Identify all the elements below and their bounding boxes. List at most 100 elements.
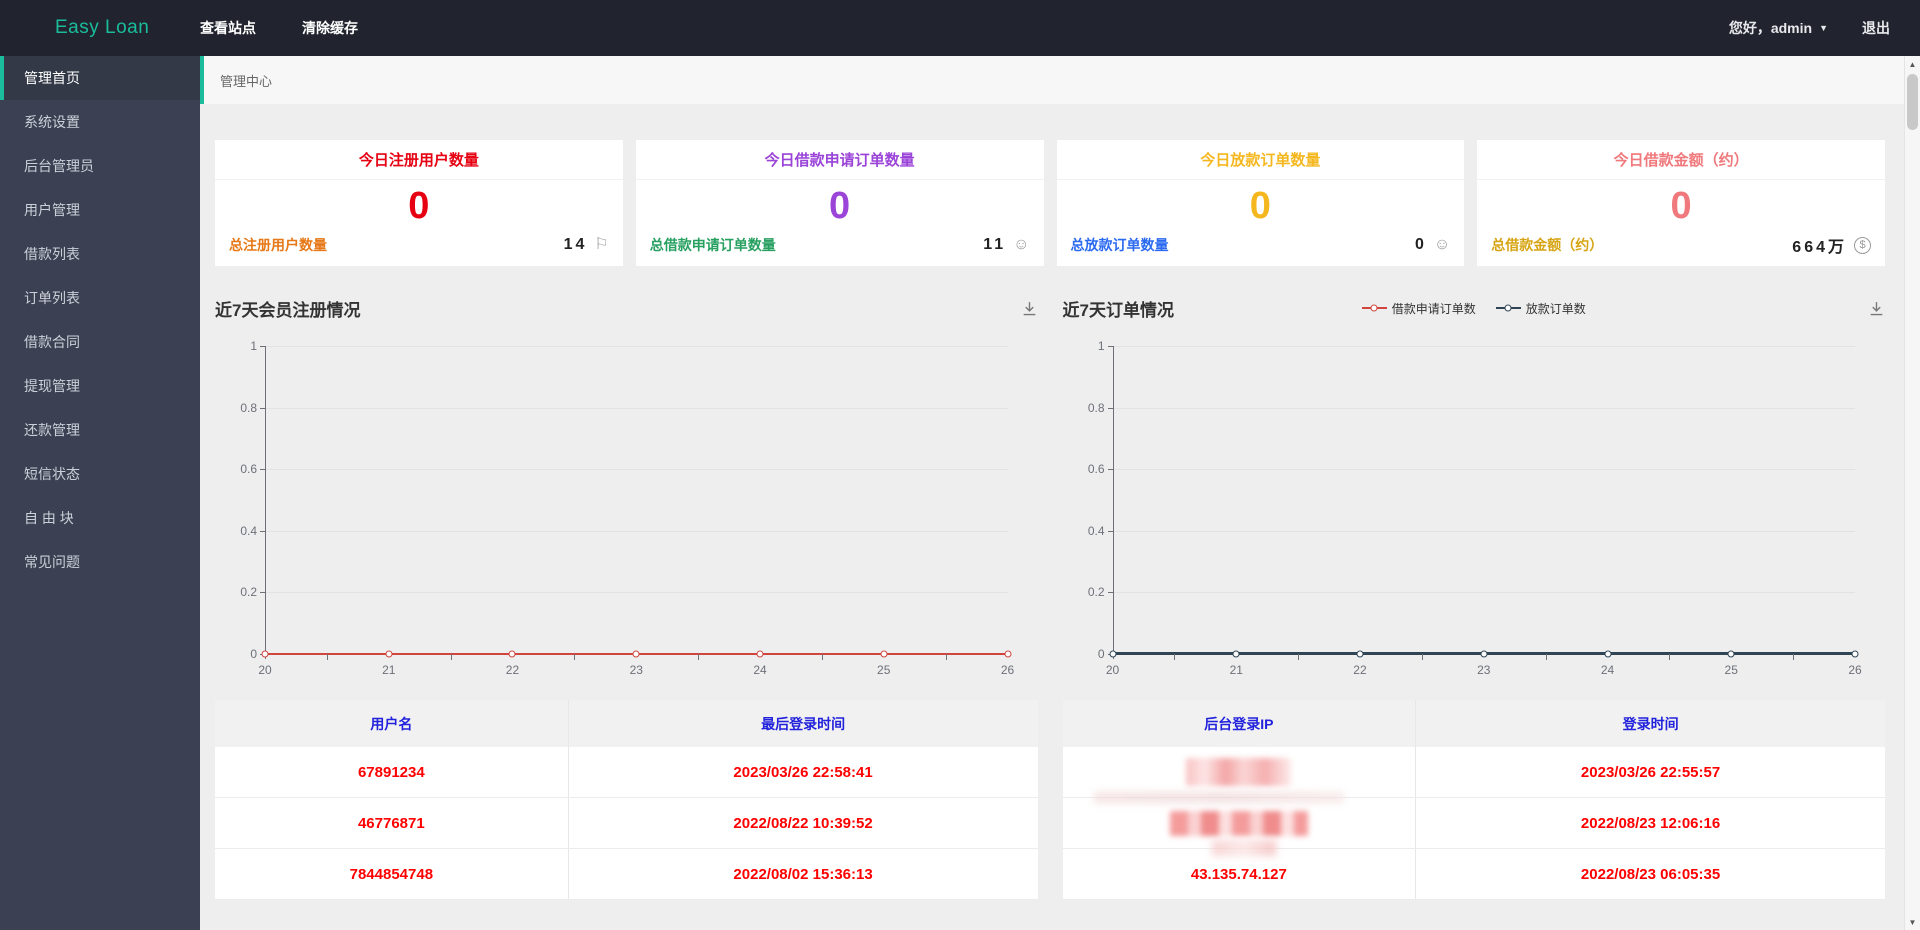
- scrollbar-thumb[interactable]: [1907, 74, 1918, 130]
- legend-line-marker-icon: [1361, 304, 1387, 312]
- users-table: 用户名 最后登录时间 67891234 2023/03/26 22:58:41 …: [215, 700, 1038, 900]
- sidebar-item-home[interactable]: 管理首页: [0, 56, 200, 100]
- y-tick: 0.2: [1087, 585, 1105, 600]
- y-tick: 0.6: [240, 462, 257, 477]
- x-tick: 26: [1848, 663, 1862, 677]
- total-label: 总借款申请订单数量: [649, 237, 776, 253]
- smiley-icon: ☺: [1433, 236, 1451, 253]
- admin-logins-table: 后台登录IP 登录时间 2023/03/26 22:55:57 2022/08/…: [1062, 700, 1885, 900]
- stat-card-title: 今日借款申请订单数量: [635, 140, 1044, 180]
- username-cell: 46776871: [215, 798, 569, 848]
- stat-card-title: 今日注册用户数量: [215, 140, 623, 180]
- y-tick: 0: [250, 647, 257, 661]
- sidebar-item-system-settings[interactable]: 系统设置: [0, 100, 200, 144]
- x-tick: 22: [1353, 663, 1367, 677]
- stat-card-footer: 总放款订单数量 0 ☺: [1057, 232, 1465, 266]
- y-axis: [265, 346, 266, 659]
- username-cell: 67891234: [215, 747, 569, 797]
- sidebar-item-sms-status[interactable]: 短信状态: [0, 452, 200, 496]
- x-tick: 20: [1105, 663, 1120, 677]
- table-header-row: 用户名 最后登录时间: [215, 700, 1038, 747]
- x-tick: 25: [1724, 663, 1738, 677]
- stat-card-loan-amount: 今日借款金额（约） 0 总借款金额（约） 664万 $: [1477, 140, 1885, 266]
- x-tick: 22: [505, 663, 520, 677]
- stat-card-registered-users: 今日注册用户数量 0 总注册用户数量 14 ⚐: [215, 140, 623, 266]
- col-header-username: 用户名: [215, 700, 569, 747]
- scroll-up-arrow-icon[interactable]: ▲: [1905, 56, 1920, 72]
- vertical-scrollbar[interactable]: ▲ ▼: [1904, 56, 1920, 930]
- ip-cell-redacted: [1063, 747, 1417, 803]
- x-tick: 21: [382, 663, 396, 677]
- topbar-right: 您好，admin ▼ 退出: [1729, 18, 1920, 38]
- sidebar-item-order-list[interactable]: 订单列表: [0, 276, 200, 320]
- login-time-cell: 2022/08/02 15:36:13: [733, 865, 873, 883]
- login-time-cell: 2022/08/22 10:39:52: [733, 814, 873, 832]
- legend-disbursed-orders[interactable]: 放款订单数: [1495, 300, 1586, 317]
- x-tick: 21: [1229, 663, 1243, 677]
- x-tick: 23: [629, 663, 643, 677]
- sidebar-item-admins[interactable]: 后台管理员: [0, 144, 200, 188]
- stat-card-title: 今日放款订单数量: [1056, 140, 1465, 180]
- x-tick: 24: [1600, 663, 1615, 677]
- stat-card-footer: 总借款金额（约） 664万 $: [1477, 232, 1885, 266]
- view-site-link[interactable]: 查看站点: [200, 18, 256, 38]
- brand-logo[interactable]: Easy Loan: [0, 17, 150, 39]
- x-tick: 20: [258, 663, 272, 677]
- x-tick: 26: [1000, 663, 1015, 677]
- total-label: 总注册用户数量: [229, 237, 327, 253]
- legend-loan-applications[interactable]: 借款申请订单数: [1361, 300, 1476, 317]
- sidebar-item-withdrawals[interactable]: 提现管理: [0, 364, 200, 408]
- table-row: 67891234 2023/03/26 22:58:41: [215, 747, 1038, 798]
- download-icon[interactable]: [1021, 300, 1038, 317]
- stat-card-disbursed-orders: 今日放款订单数量 0 总放款订单数量 0 ☺: [1056, 140, 1465, 266]
- x-tick: 25: [877, 663, 891, 677]
- redacted-smudge: [1211, 840, 1276, 856]
- table-row: 46776871 2022/08/22 10:39:52: [215, 798, 1038, 849]
- stat-card-footer: 总借款申请订单数量 11 ☺: [636, 232, 1044, 266]
- scroll-down-arrow-icon[interactable]: ▼: [1905, 914, 1920, 930]
- y-tick: 0.2: [240, 585, 257, 600]
- smiley-icon: ☺: [1013, 236, 1030, 253]
- logout-button[interactable]: 退出: [1862, 18, 1890, 38]
- ip-cell: 43.135.74.127: [1063, 840, 1417, 899]
- stat-card-loan-applications: 今日借款申请订单数量 0 总借款申请订单数量 11 ☺: [635, 140, 1044, 266]
- user-menu[interactable]: 您好，admin ▼: [1729, 18, 1828, 38]
- sidebar-item-users[interactable]: 用户管理: [0, 188, 200, 232]
- chart-header: 近7天订单情况 借款申请订单数 放款订单数: [1063, 284, 1886, 332]
- stat-card-footer: 总注册用户数量 14 ⚐: [215, 232, 623, 266]
- clear-cache-link[interactable]: 清除缓存: [302, 18, 358, 38]
- sidebar-item-free-block[interactable]: 自 由 块: [0, 496, 200, 540]
- login-time-cell: 2022/08/23 06:05:35: [1580, 865, 1721, 883]
- table-row: 43.135.74.127 2022/08/23 06:05:35: [1062, 840, 1885, 900]
- stat-card-value: 0: [1670, 185, 1692, 227]
- y-tick: 0.8: [240, 400, 257, 415]
- total-value: 11: [983, 236, 1007, 253]
- y-tick: 0.6: [1087, 462, 1105, 477]
- table-row: 7844854748 2022/08/02 15:36:13: [215, 849, 1038, 900]
- chart-member-registrations: 近7天会员注册情况 1 0.8 0.6 0.4 0.2 0 20 21 22 2…: [215, 284, 1038, 700]
- stat-card-value: 0: [1249, 185, 1271, 227]
- col-header-login-time: 登录时间: [1622, 715, 1679, 732]
- y-tick: 0: [1097, 647, 1105, 661]
- x-tick: 23: [1477, 663, 1491, 677]
- chart-legend: 借款申请订单数 放款订单数: [1063, 300, 1886, 317]
- x-tick: 24: [753, 663, 767, 677]
- breadcrumb-label: 管理中心: [220, 73, 273, 89]
- login-time-cell: 2023/03/26 22:55:57: [1580, 763, 1721, 781]
- sidebar-item-repayments[interactable]: 还款管理: [0, 408, 200, 452]
- tables-row: 用户名 最后登录时间 67891234 2023/03/26 22:58:41 …: [200, 700, 1904, 900]
- sidebar-item-loan-contract[interactable]: 借款合同: [0, 320, 200, 364]
- dollar-circle-icon: $: [1854, 236, 1871, 254]
- login-time-cell: 2022/08/23 12:06:16: [1580, 814, 1721, 832]
- y-tick: 1: [250, 339, 257, 353]
- total-value: 14: [563, 236, 588, 253]
- chart-title: 近7天会员注册情况: [215, 300, 361, 320]
- stat-card-title: 今日借款金额（约）: [1477, 140, 1885, 180]
- redacted-ip-blur: [1186, 758, 1292, 786]
- sidebar-item-faq[interactable]: 常见问题: [0, 540, 200, 584]
- topbar: Easy Loan 查看站点 清除缓存 您好，admin ▼ 退出: [0, 0, 1920, 56]
- stat-cards: 今日注册用户数量 0 总注册用户数量 14 ⚐ 今日借款申请订单数量 0 总借款…: [200, 104, 1904, 278]
- sidebar-item-loan-list[interactable]: 借款列表: [0, 232, 200, 276]
- y-axis: [1112, 346, 1114, 659]
- table-header-row: 后台登录IP 登录时间: [1062, 700, 1885, 747]
